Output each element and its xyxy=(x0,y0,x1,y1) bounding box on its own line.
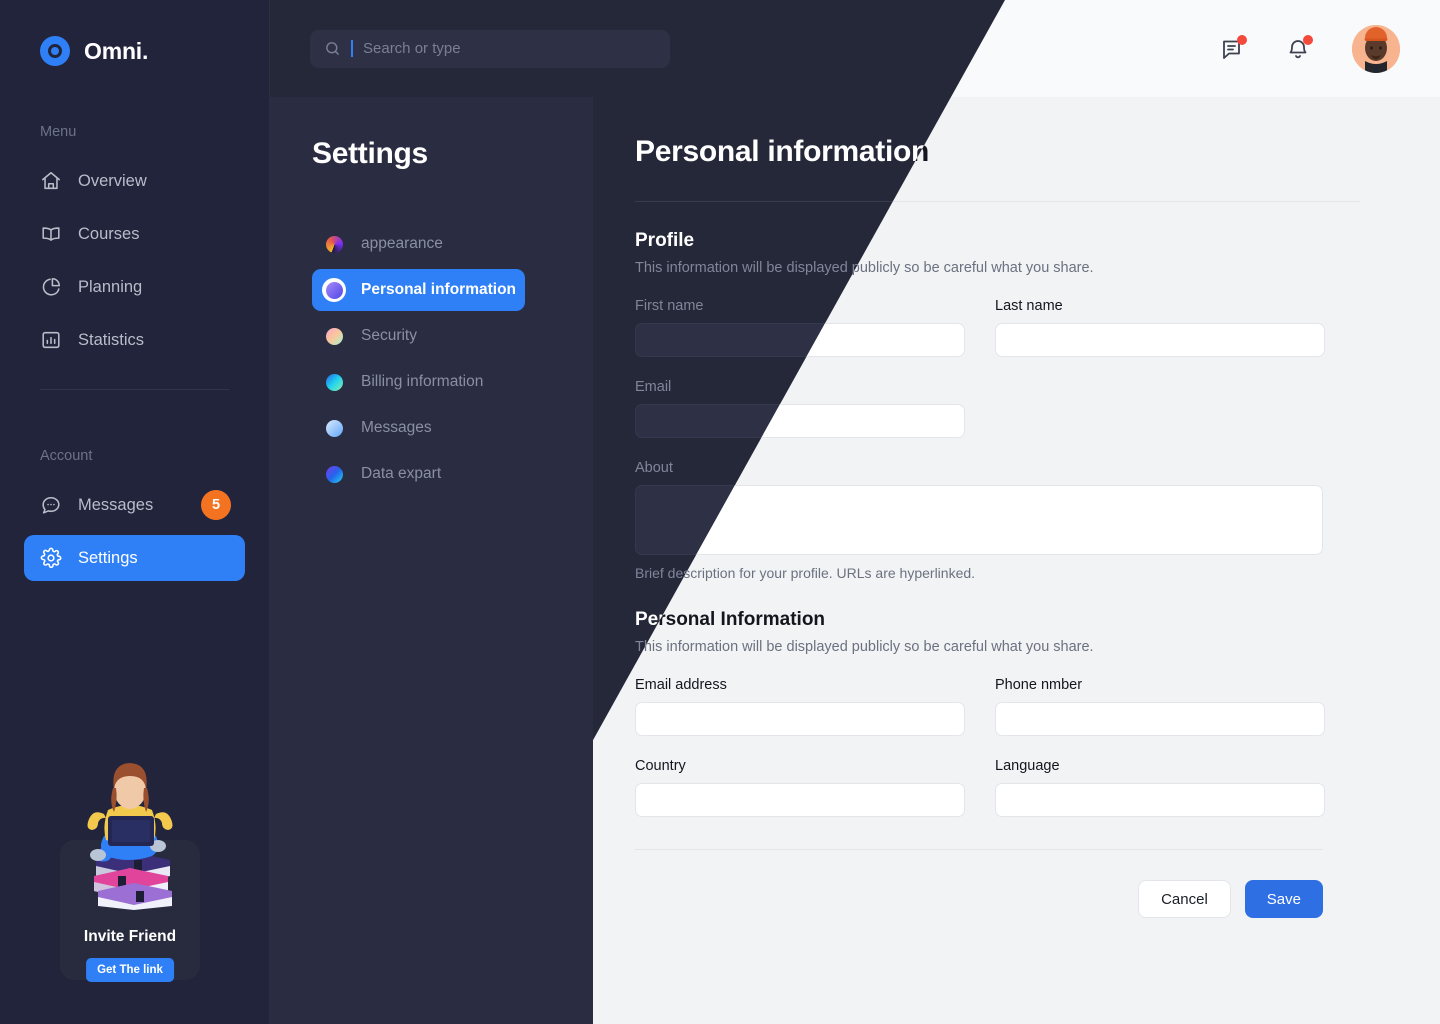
email-address-label: Email address xyxy=(635,677,727,693)
user-avatar-image xyxy=(1352,24,1400,73)
home-icon xyxy=(40,170,62,192)
settings-item-personal-information[interactable]: Personal information xyxy=(312,269,525,311)
last-name-label: Last name xyxy=(995,298,1063,314)
appearance-gradient-icon xyxy=(322,232,346,256)
about-field: About Brief description for your profile… xyxy=(635,460,1360,581)
country-label: Country xyxy=(635,758,686,774)
language-input[interactable] xyxy=(995,783,1325,817)
sidebar-item-label: Overview xyxy=(78,171,147,190)
book-open-icon xyxy=(40,223,62,245)
about-textarea[interactable] xyxy=(635,485,1323,555)
phone-number-input[interactable] xyxy=(995,702,1325,736)
text-cursor xyxy=(351,40,353,57)
search-placeholder: Search or type xyxy=(363,40,461,57)
notifications-button[interactable] xyxy=(1286,34,1313,61)
country-field: Country xyxy=(635,758,965,817)
language-label: Language xyxy=(995,758,1060,774)
search-icon xyxy=(326,42,339,55)
about-hint: Brief description for your profile. URLs… xyxy=(635,565,976,581)
sidebar-item-statistics[interactable]: Statistics xyxy=(24,317,245,363)
sidebar-menu-label: Menu xyxy=(40,124,77,140)
messages-gradient-icon xyxy=(322,416,346,440)
settings-item-label: Data expart xyxy=(361,465,442,482)
bar-chart-icon xyxy=(40,329,62,351)
phone-number-label: Phone nmber xyxy=(995,677,1083,693)
settings-item-messages[interactable]: Messages xyxy=(312,407,525,449)
settings-item-label: appearance xyxy=(361,235,443,252)
sidebar-item-label: Courses xyxy=(78,224,140,243)
save-button[interactable]: Save xyxy=(1244,880,1323,918)
actions-divider xyxy=(635,849,1323,850)
sidebar-menu-nav: Overview Courses Planning Statistics xyxy=(0,158,269,363)
sidebar-account-nav: Messages 5 Settings xyxy=(0,482,269,581)
search-input[interactable]: Search or type xyxy=(310,29,670,68)
invite-friend-title: Invite Friend xyxy=(83,928,177,945)
avatar[interactable] xyxy=(1352,24,1400,73)
settings-item-appearance[interactable]: appearance xyxy=(312,223,525,265)
personal-information-gradient-icon xyxy=(322,278,346,302)
brand: Omni. xyxy=(0,0,269,66)
last-name-input[interactable] xyxy=(995,323,1325,357)
settings-item-label: Security xyxy=(361,327,417,344)
sidebar-item-label: Settings xyxy=(78,548,138,567)
top-bar-actions xyxy=(1220,24,1400,73)
settings-item-security[interactable]: Security xyxy=(312,315,525,357)
messages-button[interactable] xyxy=(1220,34,1247,61)
personal-information-section-subtext: This information will be displayed publi… xyxy=(635,639,1094,655)
last-name-field: Last name xyxy=(995,298,1325,357)
brand-name: Omni. xyxy=(84,37,149,64)
sidebar-item-settings[interactable]: Settings xyxy=(24,535,245,581)
target-circle-icon xyxy=(40,36,70,66)
settings-item-label: Personal information xyxy=(361,281,517,298)
sidebar-item-overview[interactable]: Overview xyxy=(24,158,245,204)
settings-item-label: Billing information xyxy=(361,373,484,390)
settings-item-data-expart[interactable]: Data expart xyxy=(312,453,525,495)
chat-bubble-icon xyxy=(40,494,62,516)
messages-count-badge: 5 xyxy=(201,490,231,520)
country-input[interactable] xyxy=(635,783,965,817)
app-root: Omni. Menu Overview Courses Planning Sta… xyxy=(0,0,1440,1024)
sidebar-divider xyxy=(40,389,229,390)
billing-information-gradient-icon xyxy=(322,370,346,394)
settings-nav-list: appearance Personal information Security… xyxy=(312,223,593,495)
settings-panel-title: Settings xyxy=(312,137,428,170)
personal-information-section-heading: Personal Information xyxy=(635,609,826,630)
sidebar-item-label: Statistics xyxy=(78,330,145,349)
sidebar-item-label: Planning xyxy=(78,277,143,296)
data-expart-gradient-icon xyxy=(322,462,346,486)
sidebar-item-courses[interactable]: Courses xyxy=(24,211,245,257)
language-field: Language xyxy=(995,758,1325,817)
sidebar-item-messages[interactable]: Messages 5 xyxy=(24,482,245,528)
sidebar-item-planning[interactable]: Planning xyxy=(24,264,245,310)
sidebar-account-label: Account xyxy=(40,448,93,464)
notifications-alert-dot xyxy=(1303,34,1313,45)
personal-information-fields-grid: Email address Phone nmber Country Langua… xyxy=(635,655,1360,817)
get-the-link-button[interactable]: Get The link xyxy=(86,958,174,982)
cancel-button[interactable]: Cancel xyxy=(1138,880,1231,918)
settings-item-billing-information[interactable]: Billing information xyxy=(312,361,525,403)
sidebar-item-label: Messages xyxy=(78,495,154,514)
phone-number-field: Phone nmber xyxy=(995,677,1325,736)
email-address-input[interactable] xyxy=(635,702,965,736)
messages-alert-dot xyxy=(1237,34,1247,45)
gear-icon xyxy=(40,547,62,569)
person-reading-on-books-illustration xyxy=(87,763,173,910)
pie-chart-icon xyxy=(40,276,62,298)
sidebar: Omni. Menu Overview Courses Planning Sta… xyxy=(0,0,270,1024)
form-actions: Cancel Save xyxy=(635,880,1323,918)
security-gradient-icon xyxy=(322,324,346,348)
email-address-field: Email address xyxy=(635,677,965,736)
settings-item-label: Messages xyxy=(361,419,432,436)
invite-friend-card: Invite Friend Get The link xyxy=(60,763,200,982)
